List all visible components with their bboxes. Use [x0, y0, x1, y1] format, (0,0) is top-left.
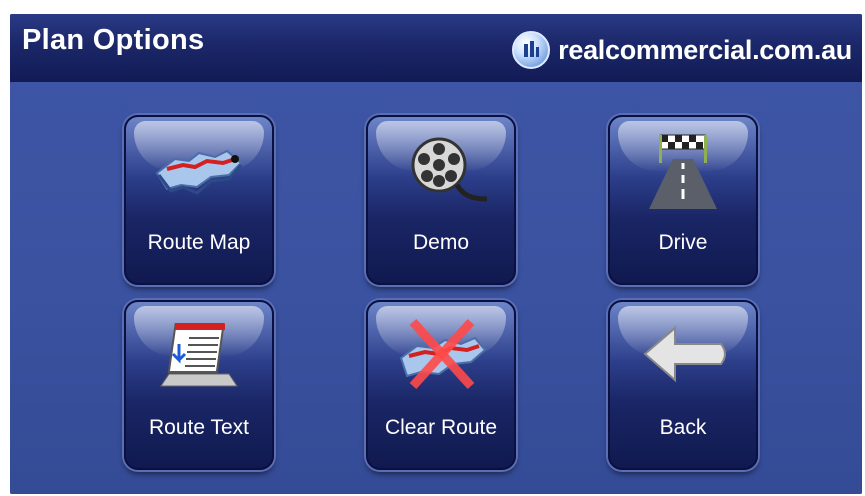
route-text-button[interactable]: Route Text: [124, 300, 274, 470]
brand-name: realcommercial.com.au: [558, 34, 852, 65]
film-reel-icon: [391, 129, 491, 209]
page-title: Plan Options: [22, 24, 205, 56]
brand: realcommercial.com.au: [512, 30, 852, 70]
route-text-icon: [149, 314, 249, 394]
route-map-button[interactable]: Route Map: [124, 115, 274, 285]
brand-logo-icon: [512, 31, 551, 69]
back-arrow-icon: [633, 314, 733, 394]
back-button[interactable]: Back: [608, 300, 758, 470]
clear-route-label: Clear Route: [384, 416, 498, 439]
route-map-icon: [149, 129, 249, 209]
frame: Plan Options realcommercial.com.au Route…: [0, 0, 865, 496]
drive-button[interactable]: Drive: [608, 115, 758, 285]
demo-button[interactable]: Demo: [366, 115, 516, 285]
drive-label: Drive: [658, 231, 708, 254]
screen: Plan Options realcommercial.com.au Route…: [10, 14, 862, 494]
button-grid: Route Map Demo Drive Route Text Clear Ro…: [10, 82, 862, 494]
demo-label: Demo: [412, 231, 470, 254]
road-flag-icon: [633, 129, 733, 209]
back-label: Back: [659, 416, 707, 439]
header-bar: Plan Options realcommercial.com.au: [10, 14, 862, 82]
route-map-label: Route Map: [147, 231, 251, 254]
clear-route-icon: [391, 314, 491, 394]
clear-route-button[interactable]: Clear Route: [366, 300, 516, 470]
route-text-label: Route Text: [148, 416, 249, 439]
